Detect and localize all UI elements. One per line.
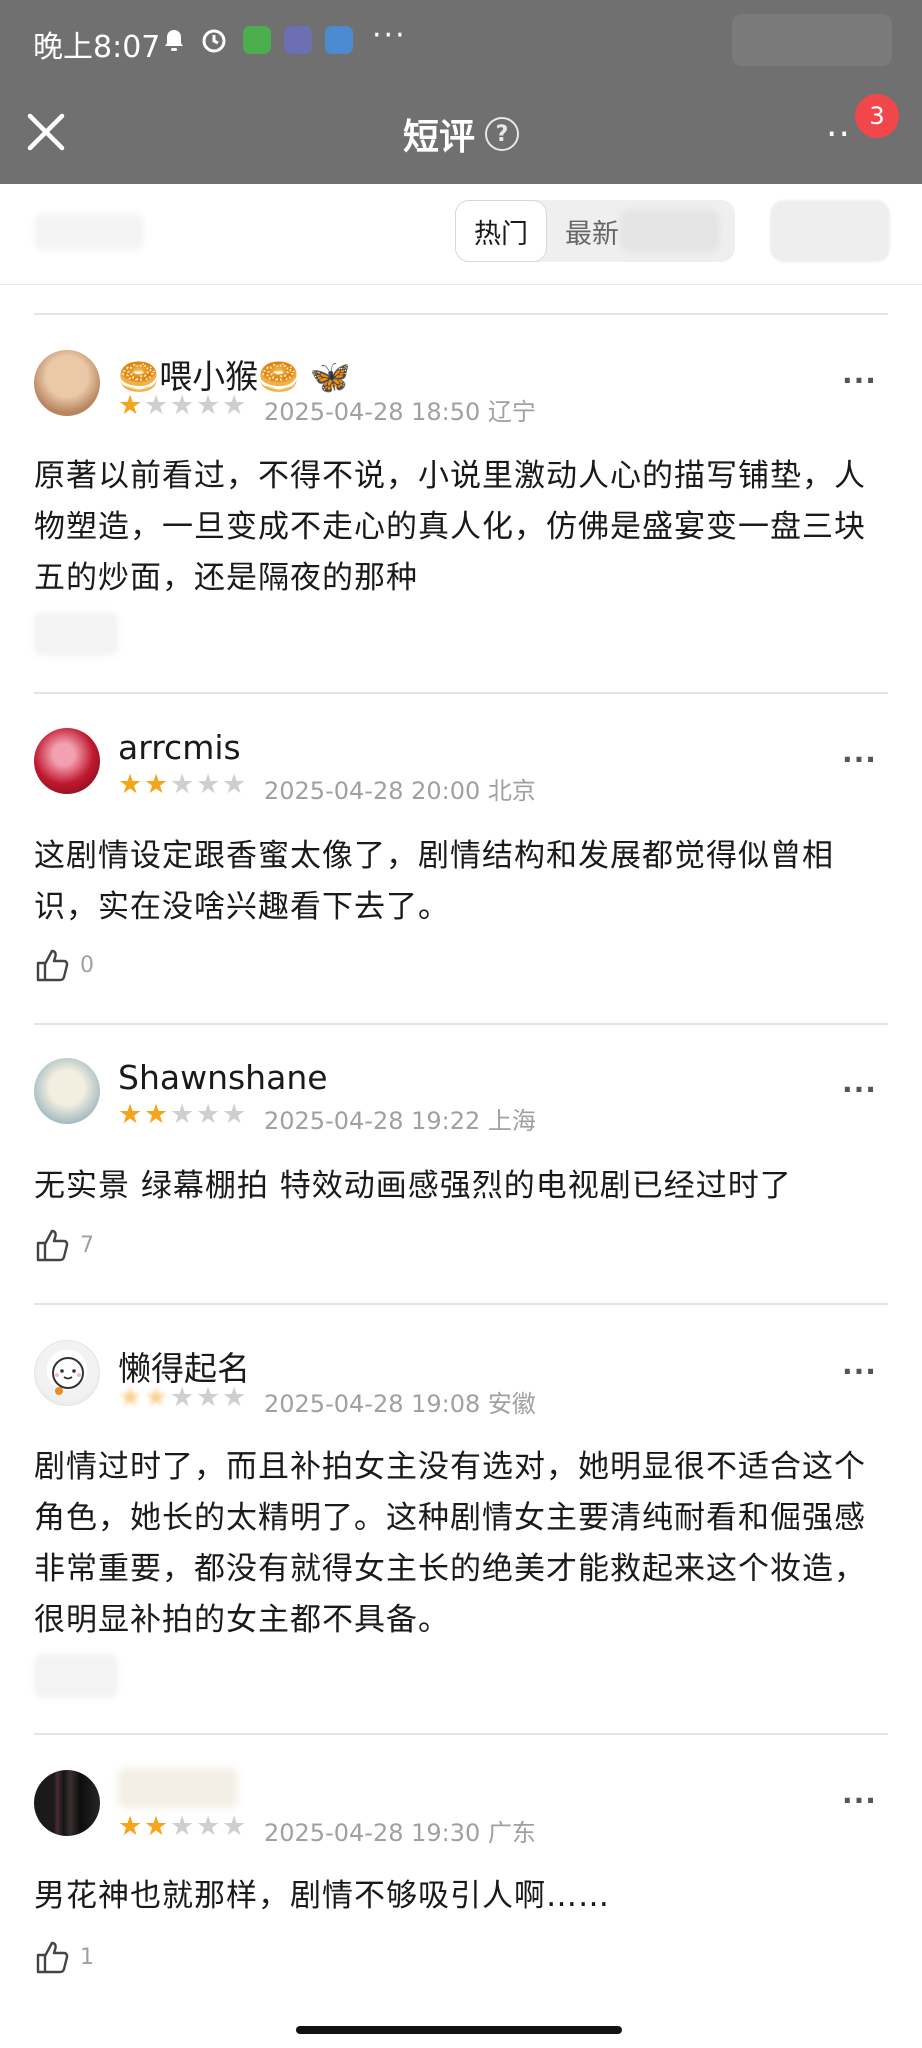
nav-bar: 短评 ? ·· <box>0 84 922 184</box>
tab-group: 热门 最新 <box>455 200 735 262</box>
review-text: 原著以前看过，不得不说，小说里激动人心的描写铺垫，人物塑造，一旦变成不走心的真人… <box>34 458 866 596</box>
sort-tabs: 热门 最新 <box>0 184 922 285</box>
review-meta: 2025-04-28 18:50 辽宁 <box>264 398 536 426</box>
more-options-icon[interactable]: ··· <box>842 364 877 397</box>
like-button[interactable]: 0 <box>34 946 94 984</box>
star-icon: ★ <box>222 1382 247 1413</box>
rating-stars: ★ ★ ★ ★ ★ <box>118 392 248 420</box>
timer-icon <box>200 26 228 54</box>
rating-stars: ★ ★ ★ ★ ★ <box>118 1813 248 1841</box>
blurred-label <box>34 214 144 250</box>
bag-icon <box>325 26 353 54</box>
more-options-icon[interactable]: ··· <box>842 1355 877 1388</box>
star-icon: ★ <box>222 1811 247 1842</box>
star-icon: ★ <box>144 390 169 421</box>
avatar[interactable] <box>34 1770 100 1836</box>
username[interactable]: arrcmis <box>118 728 241 767</box>
username[interactable]: Shawnshane <box>118 1058 328 1097</box>
status-blurred-area <box>732 14 892 66</box>
blurred-button <box>770 200 890 262</box>
divider <box>34 1303 888 1305</box>
rating-stars: ★ ★ ★ ★ ★ <box>118 771 248 799</box>
star-icon: ★ <box>170 769 195 800</box>
review-text: 男花神也就那样，剧情不够吸引人啊…… <box>34 1878 610 1914</box>
rating-stars: ★ ★ ★ ★ ★ <box>118 1384 248 1412</box>
star-icon: ★ <box>144 769 169 800</box>
blurred-username <box>118 1768 238 1808</box>
like-count: 7 <box>80 1232 94 1258</box>
app-icon <box>284 26 312 54</box>
status-more-icon: ··· <box>372 18 407 53</box>
status-bar: 晚上8:07 ··· <box>0 0 922 84</box>
avatar[interactable] <box>34 350 100 416</box>
status-time: 晚上8:07 <box>33 30 161 65</box>
like-button[interactable]: 1 <box>34 1938 94 1976</box>
review-meta: 2025-04-28 19:08 安徽 <box>264 1390 536 1418</box>
home-indicator[interactable] <box>296 2026 622 2034</box>
like-count: 0 <box>80 952 94 978</box>
star-icon: ★ <box>170 1382 195 1413</box>
star-icon: ★ <box>144 1811 169 1842</box>
more-menu-icon[interactable]: ·· <box>826 114 851 155</box>
avatar[interactable] <box>34 728 100 794</box>
like-count: 1 <box>80 1944 94 1970</box>
avatar[interactable] <box>34 1058 100 1124</box>
star-icon: ★ <box>222 390 247 421</box>
thumbs-up-icon <box>36 1229 69 1262</box>
divider <box>34 313 888 315</box>
divider <box>34 1023 888 1025</box>
page-title: 短评 ? <box>0 108 922 160</box>
help-icon[interactable]: ? <box>485 117 519 151</box>
star-icon: ★ <box>118 1099 143 1130</box>
divider <box>34 1733 888 1735</box>
notification-badge: 3 <box>855 94 899 138</box>
tab-new[interactable]: 最新 <box>565 200 619 262</box>
star-icon: ★ <box>144 1382 169 1413</box>
header-overlay: 晚上8:07 ··· 短评 ? ·· 3 <box>0 0 922 184</box>
wechat-icon <box>243 26 271 54</box>
review-meta: 2025-04-28 19:22 上海 <box>264 1107 536 1135</box>
star-icon: ★ <box>222 769 247 800</box>
thumbs-up-icon <box>36 1941 69 1974</box>
star-icon: ★ <box>170 1811 195 1842</box>
star-icon: ★ <box>196 1811 221 1842</box>
star-icon: ★ <box>196 390 221 421</box>
star-icon: ★ <box>170 390 195 421</box>
review-text: 这剧情设定跟香蜜太像了，剧情结构和发展都觉得似曾相识，实在没啥兴趣看下去了。 <box>34 838 834 925</box>
tab-hot[interactable]: 热门 <box>455 200 547 262</box>
like-button[interactable]: 7 <box>34 1226 94 1264</box>
blurred-like <box>34 1654 118 1698</box>
more-options-icon[interactable]: ··· <box>842 743 877 776</box>
review-text: 剧情过时了，而且补拍女主没有选对，她明显很不适合这个角色，她长的太精明了。这种剧… <box>34 1449 866 1638</box>
rating-stars: ★ ★ ★ ★ ★ <box>118 1101 248 1129</box>
star-icon: ★ <box>118 1811 143 1842</box>
star-icon: ★ <box>196 1099 221 1130</box>
star-icon: ★ <box>196 1382 221 1413</box>
divider <box>34 692 888 694</box>
star-icon: ★ <box>118 1382 143 1413</box>
more-options-icon[interactable]: ··· <box>842 1073 877 1106</box>
star-icon: ★ <box>170 1099 195 1130</box>
star-icon: ★ <box>118 390 143 421</box>
review-text: 无实景 绿幕棚拍 特效动画感强烈的电视剧已经过时了 <box>34 1168 792 1204</box>
thumbs-up-icon <box>36 949 69 982</box>
star-icon: ★ <box>196 769 221 800</box>
avatar[interactable] <box>34 1340 100 1406</box>
blurred-like <box>34 612 118 656</box>
star-icon: ★ <box>144 1099 169 1130</box>
star-icon: ★ <box>118 769 143 800</box>
bell-icon <box>160 26 188 54</box>
blurred-tab <box>620 210 720 252</box>
review-meta: 2025-04-28 20:00 北京 <box>264 777 536 805</box>
star-icon: ★ <box>222 1099 247 1130</box>
review-meta: 2025-04-28 19:30 广东 <box>264 1819 536 1847</box>
page-title-text: 短评 <box>402 117 475 158</box>
more-options-icon[interactable]: ··· <box>842 1784 877 1817</box>
